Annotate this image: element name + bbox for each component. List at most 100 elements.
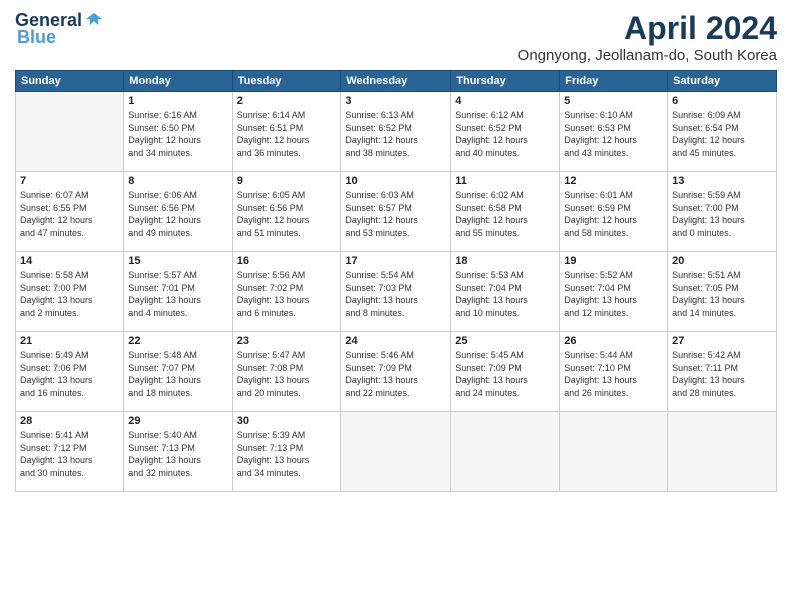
cell-day-number: 24 (345, 335, 446, 347)
table-row: 28 Sunrise: 5:41 AM Sunset: 7:12 PM Dayli… (16, 412, 124, 492)
col-thursday: Thursday (451, 71, 560, 92)
cell-day-number: 7 (20, 175, 119, 187)
col-friday: Friday (560, 71, 668, 92)
table-row: 12 Sunrise: 6:01 AM Sunset: 6:59 PM Dayli… (560, 172, 668, 252)
cell-info: Sunrise: 5:44 AM Sunset: 7:10 PM Dayligh… (564, 349, 663, 399)
cell-day-number: 20 (672, 255, 772, 267)
cell-info: Sunrise: 5:57 AM Sunset: 7:01 PM Dayligh… (128, 269, 227, 319)
cell-day-number: 6 (672, 95, 772, 107)
table-row: 22 Sunrise: 5:48 AM Sunset: 7:07 PM Dayli… (124, 332, 232, 412)
logo-bird-icon (84, 11, 104, 31)
table-row: 15 Sunrise: 5:57 AM Sunset: 7:01 PM Dayli… (124, 252, 232, 332)
cell-day-number: 5 (564, 95, 663, 107)
cell-day-number: 11 (455, 175, 555, 187)
cell-day-number: 2 (237, 95, 337, 107)
table-row: 24 Sunrise: 5:46 AM Sunset: 7:09 PM Dayli… (341, 332, 451, 412)
table-row (560, 412, 668, 492)
cell-info: Sunrise: 5:39 AM Sunset: 7:13 PM Dayligh… (237, 429, 337, 479)
cell-day-number: 21 (20, 335, 119, 347)
cell-day-number: 10 (345, 175, 446, 187)
calendar-row: 28 Sunrise: 5:41 AM Sunset: 7:12 PM Dayli… (16, 412, 777, 492)
cell-info: Sunrise: 5:48 AM Sunset: 7:07 PM Dayligh… (128, 349, 227, 399)
cell-day-number: 30 (237, 415, 337, 427)
table-row: 1 Sunrise: 6:16 AM Sunset: 6:50 PM Daylig… (124, 92, 232, 172)
cell-day-number: 28 (20, 415, 119, 427)
cell-day-number: 25 (455, 335, 555, 347)
table-row: 25 Sunrise: 5:45 AM Sunset: 7:09 PM Dayli… (451, 332, 560, 412)
calendar-row: 21 Sunrise: 5:49 AM Sunset: 7:06 PM Dayli… (16, 332, 777, 412)
title-block: April 2024 Ongnyong, Jeollanam-do, South… (518, 10, 777, 64)
table-row: 30 Sunrise: 5:39 AM Sunset: 7:13 PM Dayli… (232, 412, 341, 492)
cell-day-number: 4 (455, 95, 555, 107)
cell-info: Sunrise: 5:54 AM Sunset: 7:03 PM Dayligh… (345, 269, 446, 319)
cell-day-number: 3 (345, 95, 446, 107)
page: General Blue April 2024 Ongnyong, Jeolla… (0, 0, 792, 612)
table-row: 17 Sunrise: 5:54 AM Sunset: 7:03 PM Dayli… (341, 252, 451, 332)
cell-info: Sunrise: 5:59 AM Sunset: 7:00 PM Dayligh… (672, 189, 772, 239)
logo-blue-text: Blue (17, 27, 56, 48)
cell-info: Sunrise: 5:56 AM Sunset: 7:02 PM Dayligh… (237, 269, 337, 319)
table-row: 7 Sunrise: 6:07 AM Sunset: 6:55 PM Daylig… (16, 172, 124, 252)
table-row: 9Sunrise: 6:05 AM Sunset: 6:56 PM Daylig… (232, 172, 341, 252)
col-wednesday: Wednesday (341, 71, 451, 92)
table-row: 13 Sunrise: 5:59 AM Sunset: 7:00 PM Dayli… (668, 172, 777, 252)
cell-day-number: 17 (345, 255, 446, 267)
cell-day-number: 19 (564, 255, 663, 267)
table-row: 19 Sunrise: 5:52 AM Sunset: 7:04 PM Dayli… (560, 252, 668, 332)
table-row: 8Sunrise: 6:06 AM Sunset: 6:56 PM Daylig… (124, 172, 232, 252)
subtitle: Ongnyong, Jeollanam-do, South Korea (518, 47, 777, 64)
table-row (451, 412, 560, 492)
cell-day-number: 29 (128, 415, 227, 427)
header: General Blue April 2024 Ongnyong, Jeolla… (15, 10, 777, 64)
col-saturday: Saturday (668, 71, 777, 92)
col-tuesday: Tuesday (232, 71, 341, 92)
table-row: 26 Sunrise: 5:44 AM Sunset: 7:10 PM Dayli… (560, 332, 668, 412)
cell-info: Sunrise: 6:10 AM Sunset: 6:53 PM Dayligh… (564, 109, 663, 159)
cell-day-number: 14 (20, 255, 119, 267)
cell-info: Sunrise: 6:09 AM Sunset: 6:54 PM Dayligh… (672, 109, 772, 159)
cell-info: Sunrise: 5:49 AM Sunset: 7:06 PM Dayligh… (20, 349, 119, 399)
cell-info: Sunrise: 6:16 AM Sunset: 6:50 PM Dayligh… (128, 109, 227, 159)
cell-info: Sunrise: 6:07 AM Sunset: 6:55 PM Dayligh… (20, 189, 119, 239)
cell-day-number: 22 (128, 335, 227, 347)
cell-info: Sunrise: 6:03 AM Sunset: 6:57 PM Dayligh… (345, 189, 446, 239)
calendar-row: 1 Sunrise: 6:16 AM Sunset: 6:50 PM Daylig… (16, 92, 777, 172)
cell-day-number: 27 (672, 335, 772, 347)
cell-info: Sunrise: 5:46 AM Sunset: 7:09 PM Dayligh… (345, 349, 446, 399)
calendar-header-row: Sunday Monday Tuesday Wednesday Thursday… (16, 71, 777, 92)
cell-info: Sunrise: 5:41 AM Sunset: 7:12 PM Dayligh… (20, 429, 119, 479)
table-row: 14 Sunrise: 5:58 AM Sunset: 7:00 PM Dayli… (16, 252, 124, 332)
col-sunday: Sunday (16, 71, 124, 92)
table-row: 29Sunrise: 5:40 AM Sunset: 7:13 PM Dayli… (124, 412, 232, 492)
cell-day-number: 18 (455, 255, 555, 267)
cell-info: Sunrise: 6:05 AM Sunset: 6:56 PM Dayligh… (237, 189, 337, 239)
cell-day-number: 23 (237, 335, 337, 347)
table-row: 18 Sunrise: 5:53 AM Sunset: 7:04 PM Dayli… (451, 252, 560, 332)
cell-info: Sunrise: 5:53 AM Sunset: 7:04 PM Dayligh… (455, 269, 555, 319)
cell-info: Sunrise: 6:13 AM Sunset: 6:52 PM Dayligh… (345, 109, 446, 159)
cell-info: Sunrise: 5:52 AM Sunset: 7:04 PM Dayligh… (564, 269, 663, 319)
cell-day-number: 15 (128, 255, 227, 267)
cell-day-number: 26 (564, 335, 663, 347)
cell-day-number: 13 (672, 175, 772, 187)
table-row: 6 Sunrise: 6:09 AM Sunset: 6:54 PM Daylig… (668, 92, 777, 172)
logo: General Blue (15, 10, 104, 48)
table-row (341, 412, 451, 492)
table-row: 11Sunrise: 6:02 AM Sunset: 6:58 PM Dayli… (451, 172, 560, 252)
cell-info: Sunrise: 5:45 AM Sunset: 7:09 PM Dayligh… (455, 349, 555, 399)
calendar: Sunday Monday Tuesday Wednesday Thursday… (15, 70, 777, 492)
cell-day-number: 1 (128, 95, 227, 107)
cell-day-number: 12 (564, 175, 663, 187)
table-row: 10 Sunrise: 6:03 AM Sunset: 6:57 PM Dayli… (341, 172, 451, 252)
table-row (16, 92, 124, 172)
cell-info: Sunrise: 6:14 AM Sunset: 6:51 PM Dayligh… (237, 109, 337, 159)
main-title: April 2024 (518, 10, 777, 47)
table-row: 4Sunrise: 6:12 AM Sunset: 6:52 PM Daylig… (451, 92, 560, 172)
cell-info: Sunrise: 5:58 AM Sunset: 7:00 PM Dayligh… (20, 269, 119, 319)
cell-info: Sunrise: 5:47 AM Sunset: 7:08 PM Dayligh… (237, 349, 337, 399)
table-row: 2 Sunrise: 6:14 AM Sunset: 6:51 PM Daylig… (232, 92, 341, 172)
table-row: 27Sunrise: 5:42 AM Sunset: 7:11 PM Dayli… (668, 332, 777, 412)
cell-info: Sunrise: 6:01 AM Sunset: 6:59 PM Dayligh… (564, 189, 663, 239)
table-row: 5 Sunrise: 6:10 AM Sunset: 6:53 PM Daylig… (560, 92, 668, 172)
table-row (668, 412, 777, 492)
